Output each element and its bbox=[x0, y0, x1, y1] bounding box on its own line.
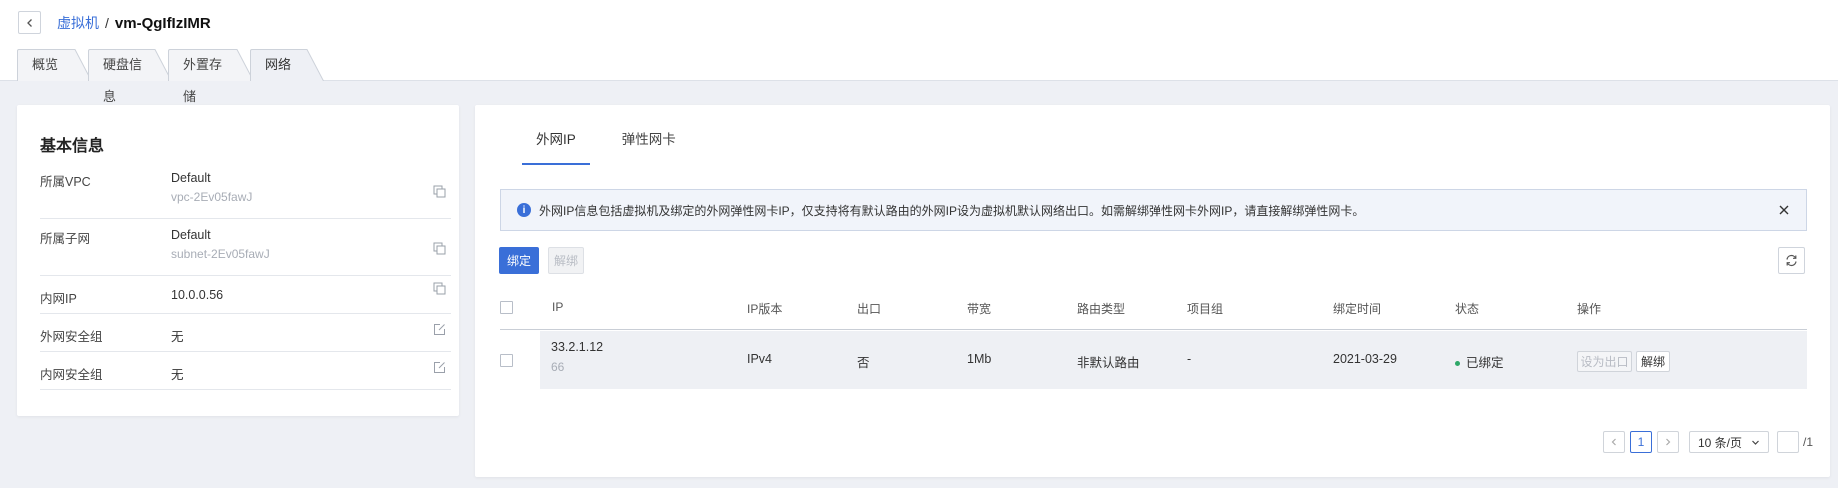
network-card: 外网IP 弹性网卡 i 外网IP信息包括虚拟机及绑定的外网弹性网卡IP，仅支持将… bbox=[475, 105, 1830, 477]
info-row-subnet: 所属子网 Default subnet-2Ev05fawJ bbox=[40, 220, 451, 276]
edit-icon[interactable] bbox=[433, 323, 446, 336]
info-value: 10.0.0.56 bbox=[171, 288, 224, 302]
column-header-bandwidth: 带宽 bbox=[967, 302, 992, 316]
column-header-project: 项目组 bbox=[1187, 302, 1224, 316]
close-icon[interactable] bbox=[1776, 202, 1792, 218]
edit-icon[interactable] bbox=[433, 361, 446, 374]
status-dot bbox=[1455, 361, 1460, 367]
copy-icon[interactable] bbox=[433, 282, 446, 295]
info-sub-value: vpc-2Ev05fawJ bbox=[171, 190, 253, 204]
row-checkbox[interactable] bbox=[500, 354, 513, 367]
refresh-icon bbox=[1786, 254, 1797, 267]
status-text: 已绑定 bbox=[1466, 356, 1504, 370]
page-size-select[interactable]: 10 条/页 bbox=[1688, 431, 1769, 453]
cell-ip-sub: 66 bbox=[551, 360, 565, 374]
tab-overview[interactable]: 概览 bbox=[17, 49, 92, 81]
page-header: 虚拟机 / vm-QgIfIzIMR 概览 硬盘信息 外置存储 网络 bbox=[0, 0, 1838, 104]
tab-network[interactable]: 网络 bbox=[250, 49, 324, 81]
cell-bind-time: 2021-03-29 bbox=[1333, 352, 1397, 366]
column-header-route-type: 路由类型 bbox=[1077, 302, 1126, 316]
info-notice: i 外网IP信息包括虚拟机及绑定的外网弹性网卡IP，仅支持将有默认路由的外网IP… bbox=[500, 189, 1807, 231]
info-row-private-security-group: 内网安全组 无 bbox=[40, 353, 451, 390]
next-page-button[interactable] bbox=[1656, 431, 1679, 453]
chevron-down-icon bbox=[1752, 440, 1759, 445]
column-header-actions: 操作 bbox=[1577, 302, 1602, 316]
column-header-egress: 出口 bbox=[857, 302, 882, 316]
info-row-public-security-group: 外网安全组 无 bbox=[40, 315, 451, 352]
network-sub-tabs: 外网IP 弹性网卡 bbox=[522, 105, 708, 165]
column-header-bind-time: 绑定时间 bbox=[1333, 302, 1382, 316]
table-row: 33.2.1.12 66 IPv4 否 1Mb 非默认路由 - 2021-03-… bbox=[540, 331, 1807, 389]
info-sub-value: subnet-2Ev05fawJ bbox=[171, 247, 270, 261]
basic-info-title: 基本信息 bbox=[40, 138, 105, 155]
column-header-status: 状态 bbox=[1455, 302, 1480, 316]
breadcrumb-parent-link[interactable]: 虚拟机 bbox=[57, 13, 99, 33]
table-header: IP IP版本 出口 带宽 路由类型 项目组 绑定时间 状态 操作 bbox=[500, 285, 1807, 330]
copy-icon[interactable] bbox=[433, 242, 446, 255]
tab-disk-info[interactable]: 硬盘信息 bbox=[88, 49, 172, 104]
chevron-left-icon bbox=[26, 18, 32, 27]
column-header-ip-version: IP版本 bbox=[747, 302, 783, 316]
pagination: 1 10 条/页 /1 bbox=[1598, 430, 1813, 454]
info-label: 内网IP bbox=[40, 292, 77, 306]
cell-bandwidth: 1Mb bbox=[967, 352, 992, 366]
bind-button[interactable]: 绑定 bbox=[499, 247, 539, 274]
tab-public-ip[interactable]: 外网IP bbox=[522, 105, 590, 165]
tab-label: 网络 bbox=[265, 57, 292, 72]
row-unbind-button[interactable]: 解绑 bbox=[1636, 351, 1670, 372]
info-label: 所属子网 bbox=[40, 232, 91, 246]
cell-ip: 33.2.1.12 bbox=[551, 340, 604, 354]
breadcrumb-separator: / bbox=[105, 15, 109, 31]
info-value: 无 bbox=[171, 368, 184, 382]
page-size-value: 10 条/页 bbox=[1697, 435, 1743, 450]
unbind-button[interactable]: 解绑 bbox=[548, 247, 584, 274]
chevron-left-icon bbox=[1611, 438, 1616, 446]
page-jump-input[interactable] bbox=[1776, 431, 1799, 453]
cell-status: 已绑定 bbox=[1455, 352, 1504, 371]
tab-label: 概览 bbox=[32, 57, 59, 72]
main-tabs: 概览 硬盘信息 外置存储 网络 bbox=[17, 49, 324, 104]
info-value: 无 bbox=[171, 330, 184, 344]
info-value: Default bbox=[171, 228, 211, 242]
breadcrumb: 虚拟机 / vm-QgIfIzIMR bbox=[57, 13, 211, 33]
info-label: 所属VPC bbox=[40, 175, 91, 189]
cell-route-type: 非默认路由 bbox=[1077, 356, 1140, 370]
tab-external-storage[interactable]: 外置存储 bbox=[168, 49, 254, 104]
cell-ip-version: IPv4 bbox=[747, 352, 773, 366]
column-header-ip: IP bbox=[552, 300, 564, 314]
page-title: vm-QgIfIzIMR bbox=[114, 14, 211, 32]
notice-text: 外网IP信息包括虚拟机及绑定的外网弹性网卡IP，仅支持将有默认路由的外网IP设为… bbox=[539, 203, 1365, 218]
info-icon: i bbox=[517, 203, 531, 217]
page-number[interactable]: 1 bbox=[1629, 431, 1652, 453]
chevron-right-icon bbox=[1666, 438, 1671, 446]
info-row-vpc: 所属VPC Default vpc-2Ev05fawJ bbox=[40, 163, 451, 219]
back-button[interactable] bbox=[18, 11, 41, 34]
info-row-private-ip: 内网IP 10.0.0.56 bbox=[40, 277, 451, 314]
basic-info-card: 基本信息 所属VPC Default vpc-2Ev05fawJ 所属子网 De… bbox=[17, 105, 459, 416]
prev-page-button[interactable] bbox=[1602, 431, 1625, 453]
total-pages: /1 bbox=[1802, 435, 1813, 449]
info-label: 外网安全组 bbox=[40, 330, 103, 344]
refresh-button[interactable] bbox=[1778, 247, 1805, 274]
info-label: 内网安全组 bbox=[40, 368, 103, 382]
info-value: Default bbox=[171, 171, 211, 185]
cell-egress: 否 bbox=[857, 356, 870, 370]
select-all-checkbox[interactable] bbox=[500, 301, 513, 314]
cell-project: - bbox=[1187, 352, 1192, 366]
set-egress-button[interactable]: 设为出口 bbox=[1577, 351, 1632, 372]
tab-elastic-nic[interactable]: 弹性网卡 bbox=[612, 105, 686, 165]
copy-icon[interactable] bbox=[433, 185, 446, 198]
